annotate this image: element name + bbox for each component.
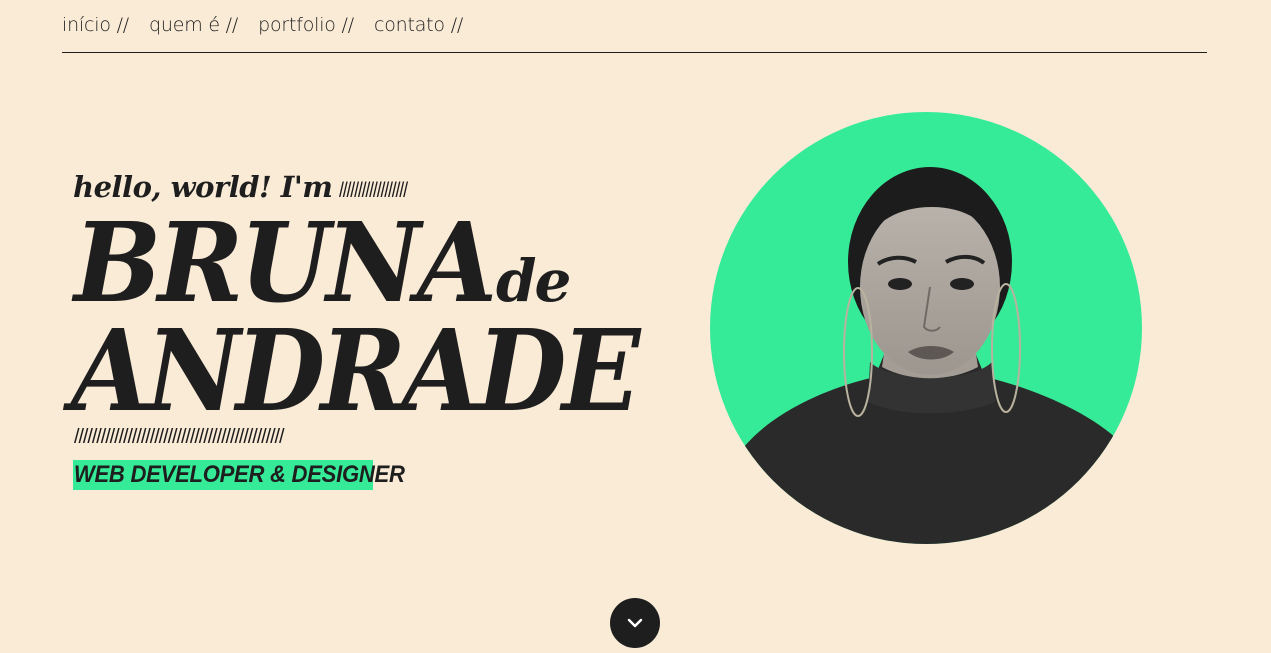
profile-photo <box>710 112 1142 544</box>
top-nav: início // quem é // portfolio // contato… <box>62 0 1207 53</box>
nav-link-quem-e[interactable]: quem é // <box>149 14 238 36</box>
scroll-down-button[interactable] <box>610 598 660 648</box>
role-text: WEB DEVELOPER & DESIGNER <box>73 461 405 488</box>
name-particle: de <box>496 247 571 315</box>
nav-link-portfolio[interactable]: portfolio // <box>258 14 354 36</box>
last-name: ANDRADE <box>71 306 640 437</box>
role-badge: WEB DEVELOPER & DESIGNER <box>73 460 405 490</box>
nav-link-inicio[interactable]: início // <box>62 14 129 36</box>
divider-slashes: ////////////////////////////////////////… <box>74 426 285 448</box>
nav-link-contato[interactable]: contato // <box>374 14 463 36</box>
chevron-down-icon <box>627 618 643 628</box>
portrait-illustration <box>710 167 1142 544</box>
